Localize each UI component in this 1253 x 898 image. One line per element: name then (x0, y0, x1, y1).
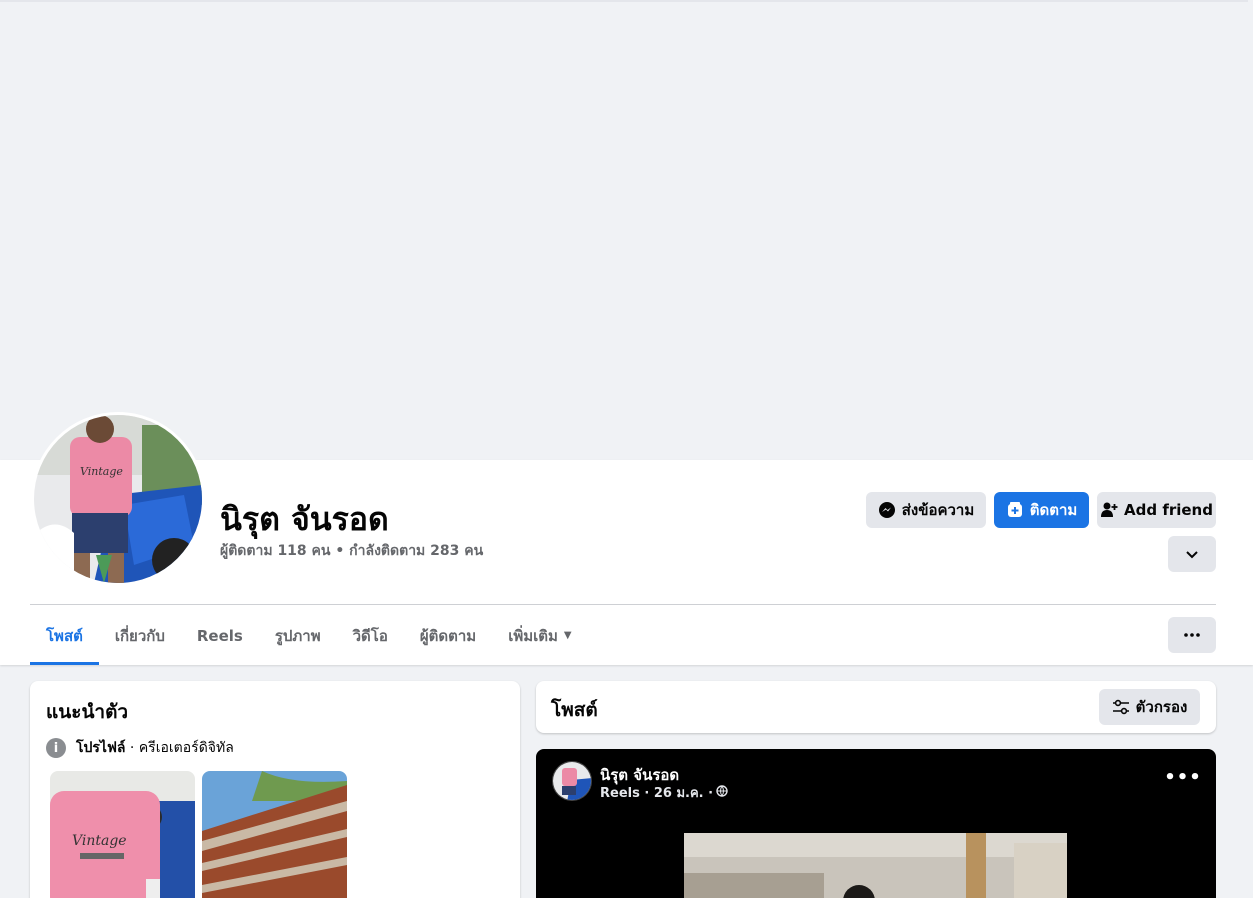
header-divider (30, 604, 1216, 605)
post-meta-text[interactable]: Reels · 26 ม.ค. · (600, 782, 713, 803)
follow-button-label: ติดตาม (1029, 501, 1078, 519)
reel-post[interactable]: นิรุต จันรอด Reels · 26 ม.ค. · ••• (536, 749, 1216, 898)
intro-category-value: · ครีเอเตอร์ดิจิทัล (125, 740, 234, 756)
message-button-label: ส่งข้อความ (901, 501, 975, 519)
posts-title: โพสต์ (551, 699, 598, 721)
svg-text:Vintage: Vintage (72, 833, 127, 849)
reel-video-thumbnail[interactable] (684, 833, 1067, 898)
tab-label: Reels (196, 626, 243, 645)
intro-category-text: โปรไฟล์ · ครีเอเตอร์ดิจิทัล (76, 737, 234, 759)
tab-label: เพิ่มเติม (508, 626, 558, 645)
filter-sliders-icon (1112, 698, 1130, 716)
reel-video-thumbnail-image (684, 833, 1067, 898)
messenger-icon (878, 501, 896, 519)
cover-photo[interactable] (0, 0, 1248, 460)
tab-label: โพสต์ (46, 626, 83, 645)
more-actions-dropdown-button[interactable] (1168, 536, 1216, 572)
tab-label: วิดีโอ (352, 626, 388, 645)
message-button[interactable]: ส่งข้อความ (866, 492, 986, 528)
tab-label: รูปภาพ (274, 626, 321, 645)
tab-photos[interactable]: รูปภาพ (259, 606, 337, 665)
add-friend-icon (1100, 501, 1118, 519)
tab-about[interactable]: เกี่ยวกับ (99, 606, 181, 665)
profile-tabs: โพสต์ เกี่ยวกับ Reels รูปภาพ วิดีโอ ผู้ต… (30, 606, 588, 665)
add-friend-button-label: Add friend (1124, 501, 1213, 519)
profile-photo-image: Vintage (34, 415, 202, 583)
follow-button[interactable]: ติดตาม (994, 492, 1089, 528)
post-author-avatar[interactable] (552, 761, 592, 801)
tab-label: เกี่ยวกับ (114, 626, 165, 645)
featured-photo[interactable] (202, 771, 347, 898)
featured-photo-image: Vintage (50, 771, 195, 898)
globe-icon (716, 784, 728, 801)
tab-more[interactable]: เพิ่มเติม ▼ (492, 606, 587, 665)
featured-photo-image (202, 771, 347, 898)
tab-posts[interactable]: โพสต์ (30, 606, 99, 665)
tab-followers[interactable]: ผู้ติดตาม (404, 606, 492, 665)
svg-text:Vintage: Vintage (80, 465, 123, 478)
filter-button[interactable]: ตัวกรอง (1099, 689, 1200, 725)
profile-name: นิรุต จันรอด (220, 500, 389, 538)
tab-videos[interactable]: วิดีโอ (337, 606, 404, 665)
post-author-avatar-image (553, 762, 591, 800)
info-icon: i (46, 738, 66, 758)
chevron-down-icon (1183, 545, 1201, 563)
caret-down-icon: ▼ (563, 630, 572, 641)
profile-options-button[interactable] (1168, 617, 1216, 653)
intro-title: แนะนำตัว (46, 701, 129, 723)
post-options-icon[interactable]: ••• (1164, 765, 1201, 789)
tab-label: ผู้ติดตาม (419, 626, 477, 645)
follow-icon (1006, 501, 1024, 519)
filter-button-label: ตัวกรอง (1135, 698, 1188, 716)
add-friend-button[interactable]: Add friend (1097, 492, 1216, 528)
intro-category-label: โปรไฟล์ (76, 740, 126, 756)
post-meta: Reels · 26 ม.ค. · (600, 782, 728, 803)
intro-category: i โปรไฟล์ · ครีเอเตอร์ดิจิทัล (46, 737, 234, 759)
follower-stats[interactable]: ผู้ติดตาม 118 คน • กำลังติดตาม 283 คน (220, 540, 483, 562)
featured-photo[interactable]: Vintage (50, 771, 195, 898)
more-dots-icon (1183, 626, 1201, 644)
profile-picture[interactable]: Vintage (31, 412, 205, 586)
tab-reels[interactable]: Reels (181, 606, 259, 665)
